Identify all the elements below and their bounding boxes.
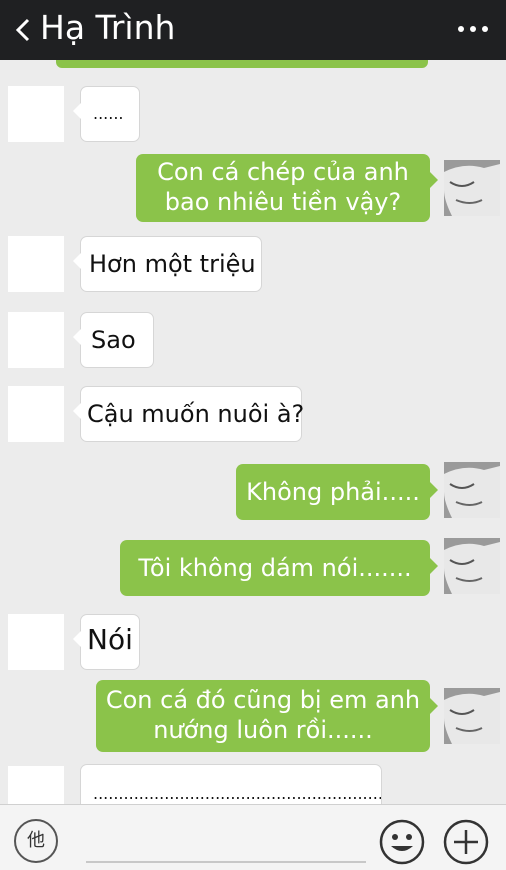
message-text: Hơn một triệu — [89, 250, 256, 278]
message-bubble-outgoing[interactable]: Tôi không dám nói....... — [120, 540, 438, 596]
message-bubble-incoming[interactable]: ........................................… — [80, 764, 382, 804]
message-list[interactable]: ...... Con cá chép của anh bao nhiêu tiề… — [0, 60, 506, 804]
user-avatar[interactable] — [444, 688, 500, 744]
message-bubble-incoming[interactable]: Sao — [73, 312, 154, 368]
chat-header: Hạ Trình — [0, 0, 506, 60]
contact-avatar[interactable] — [8, 386, 64, 442]
message-text-line: bao nhiêu tiền vậy? — [164, 188, 402, 216]
message-text: ........................................… — [93, 784, 382, 803]
chat-title: Hạ Trình — [40, 8, 176, 47]
user-avatar[interactable] — [444, 462, 500, 518]
voice-button[interactable]: 他 — [14, 819, 58, 863]
user-avatar[interactable] — [444, 538, 500, 594]
message-text: Tôi không dám nói....... — [138, 554, 412, 582]
message-bubble-outgoing[interactable]: Con cá đó cũng bị em anh nướng luôn rồi.… — [96, 680, 438, 752]
message-input[interactable] — [86, 861, 366, 863]
message-text-line: nướng luôn rồi...... — [153, 716, 373, 744]
input-toolbar: 他 — [0, 804, 506, 870]
message-text: Cậu muốn nuôi à? — [87, 400, 305, 428]
contact-avatar[interactable] — [8, 614, 64, 670]
smiley-icon[interactable] — [378, 818, 426, 866]
message-bubble-outgoing[interactable]: Không phải..... — [236, 464, 438, 520]
more-dots-icon[interactable] — [456, 17, 490, 41]
previous-message-bubble — [56, 60, 428, 68]
message-text: Sao — [91, 326, 136, 354]
message-text: ...... — [93, 104, 124, 123]
plus-icon[interactable] — [442, 818, 490, 866]
message-bubble-incoming[interactable]: Nói — [73, 614, 140, 670]
message-text-line: Con cá đó cũng bị em anh — [105, 686, 421, 714]
message-bubble-incoming[interactable]: Hơn một triệu — [73, 236, 262, 292]
message-text: Không phải..... — [246, 478, 420, 506]
message-bubble-incoming[interactable]: ...... — [73, 86, 140, 142]
user-avatar[interactable] — [444, 160, 500, 216]
contact-avatar[interactable] — [8, 312, 64, 368]
message-bubble-outgoing[interactable]: Con cá chép của anh bao nhiêu tiền vậy? — [136, 154, 438, 222]
contact-avatar[interactable] — [8, 86, 64, 142]
chevron-left-icon[interactable] — [12, 12, 34, 48]
message-bubble-incoming[interactable]: Cậu muốn nuôi à? — [73, 386, 305, 442]
contact-avatar[interactable] — [8, 236, 64, 292]
message-text: Nói — [87, 623, 133, 656]
message-text-line: Con cá chép của anh — [157, 158, 409, 186]
contact-avatar[interactable] — [8, 766, 64, 804]
